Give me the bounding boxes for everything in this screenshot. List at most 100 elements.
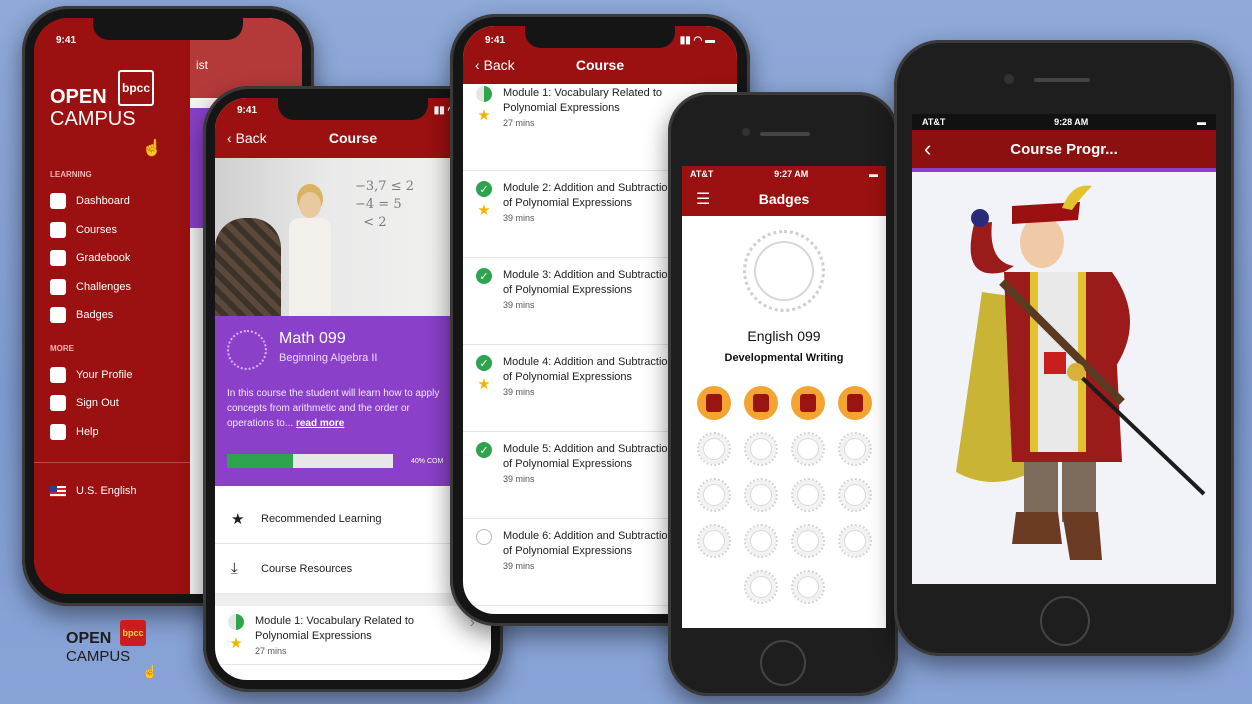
badge-clothing-icon — [846, 394, 863, 412]
module-title: Module 3: Addition and Subtraction of Po… — [503, 269, 674, 296]
badge-clothing-icon — [799, 394, 816, 412]
sidebar-item-label: Your Profile — [76, 368, 133, 381]
locked-badge-icon — [696, 478, 731, 512]
page-title: Badges — [758, 191, 810, 207]
check-icon: ✓ — [476, 181, 492, 197]
gradebook-icon — [50, 250, 66, 267]
module-mins: 27 mins — [255, 646, 287, 656]
footer-bpcc-mark: bpcc — [120, 620, 146, 646]
earned-badge-icon[interactable] — [743, 386, 778, 420]
module-status — [475, 529, 493, 597]
module-title: Module 6: Addition and Subtraction of Po… — [503, 530, 674, 557]
underlying-title: ist — [196, 58, 208, 72]
sidebar-item[interactable]: Challenges — [50, 273, 190, 302]
home-button[interactable] — [760, 640, 806, 686]
earned-badge-icon[interactable] — [790, 386, 825, 420]
star-icon: ★ — [477, 376, 491, 393]
page-title: Course — [328, 130, 378, 146]
bpcc-logo-mark: bpcc — [118, 70, 154, 106]
sidebar-item[interactable]: Gradebook — [50, 244, 190, 273]
sidebar-item-label: Dashboard — [76, 195, 130, 208]
partial-progress-icon — [476, 86, 492, 102]
module-status: ★ — [475, 86, 493, 162]
language-selector[interactable]: U.S. English — [50, 477, 190, 506]
module-text: Module 1: Vocabulary Related to Polynomi… — [503, 86, 683, 162]
battery-icon: ▬ — [868, 169, 878, 179]
sidebar-item-label: Help — [76, 425, 99, 438]
header: AT&T 9:27 AM ▬ ☰ Badges — [682, 166, 886, 216]
page-title: Course — [575, 57, 625, 73]
earned-badge-icon[interactable] — [837, 386, 872, 420]
back-label: Back — [235, 130, 267, 146]
module-status: ✓ — [475, 442, 493, 510]
course-progress-screen: AT&T 9:28 AM ▬ ‹ Course Progr... — [912, 114, 1216, 584]
open-campus-logo: OPEN CAMPUS bpcc ☝ — [50, 68, 190, 158]
incomplete-icon — [476, 529, 492, 545]
back-chevron-icon[interactable]: ‹ — [924, 136, 931, 162]
sidebar-item-label: Sign Out — [76, 397, 119, 410]
language-label: U.S. English — [76, 485, 137, 498]
front-camera — [742, 128, 750, 136]
back-button[interactable]: ‹ Back — [475, 57, 515, 73]
module-mins: 39 mins — [503, 300, 535, 310]
read-more-link[interactable]: read more — [296, 418, 344, 429]
mascot-pirate-illustration — [912, 172, 1216, 584]
section-learning-heading: LEARNING — [50, 170, 92, 179]
sidebar-item-label: Gradebook — [76, 252, 131, 265]
locked-badge-icon — [790, 432, 825, 466]
course-menu-label: Course Resources — [261, 562, 353, 575]
check-icon: ✓ — [476, 355, 492, 371]
status-time: 9:28 AM — [1054, 117, 1089, 127]
progress-bar — [227, 454, 393, 468]
course-badge-emblem — [743, 230, 825, 312]
badges-icon — [50, 307, 66, 324]
module-text: Module 4: Addition and Subtraction of Po… — [503, 355, 683, 423]
star-icon: ★ — [477, 202, 491, 219]
us-flag-icon — [50, 485, 66, 497]
student-figure — [215, 218, 281, 316]
earned-badge-icon[interactable] — [696, 386, 731, 420]
sidebar-item[interactable]: Sign Out — [50, 389, 190, 418]
module-mins: 39 mins — [503, 387, 535, 397]
locked-badge-icon — [743, 570, 778, 604]
sidebar-item[interactable]: Badges — [50, 301, 190, 330]
badge-clothing-icon — [752, 394, 769, 412]
locked-badge-icon — [790, 570, 825, 604]
module-mins: 27 mins — [503, 118, 535, 128]
menu-divider — [34, 462, 190, 463]
phone-badges: AT&T 9:27 AM ▬ ☰ Badges English 099 Deve… — [668, 92, 898, 696]
home-button[interactable] — [1040, 596, 1090, 646]
locked-badge-icon — [743, 432, 778, 466]
progress-row: 40% COM — [227, 454, 443, 468]
challenges-icon — [50, 278, 66, 295]
courses-icon — [50, 221, 66, 238]
sidebar-item[interactable]: Your Profile — [50, 361, 190, 390]
front-camera — [1004, 74, 1014, 84]
module-text: Module 1: Vocabulary Related to Polynomi… — [255, 614, 445, 656]
module-status: ✓ ★ — [475, 355, 493, 423]
module-mins: 39 mins — [503, 561, 535, 571]
module-row[interactable]: ★ Module 1: Vocabulary Related to Polyno… — [215, 606, 491, 665]
logo-open-text: OPEN — [50, 86, 107, 108]
badge-grid — [684, 386, 884, 604]
sidebar-item[interactable]: Dashboard — [50, 187, 190, 216]
sidebar-item-label: Courses — [76, 223, 117, 236]
partial-progress-icon — [228, 614, 244, 630]
cursor-hand-icon: ☝ — [142, 140, 162, 157]
sidebar-item[interactable]: Courses — [50, 216, 190, 245]
status-bar: AT&T 9:27 AM ▬ — [682, 166, 886, 182]
sidebar-item[interactable]: Help — [50, 418, 190, 447]
hamburger-icon[interactable]: ☰ — [696, 189, 710, 209]
badge-clothing-icon — [705, 394, 722, 412]
profile-icon — [50, 366, 66, 383]
star-icon: ★ — [231, 510, 245, 528]
navbar: ‹ Back Course — [463, 46, 737, 84]
locked-badge-icon — [837, 478, 872, 512]
check-icon: ✓ — [476, 442, 492, 458]
logo-campus-text: CAMPUS — [50, 108, 136, 130]
status-bar: AT&T 9:28 AM ▬ — [912, 114, 1216, 130]
battery-icon: ▬ — [1196, 117, 1206, 127]
open-campus-footer-logo: OPEN CAMPUS bpcc ☝ — [66, 620, 166, 690]
more-menu: Your Profile Sign Out Help — [50, 361, 190, 447]
back-button[interactable]: ‹ Back — [227, 130, 267, 146]
